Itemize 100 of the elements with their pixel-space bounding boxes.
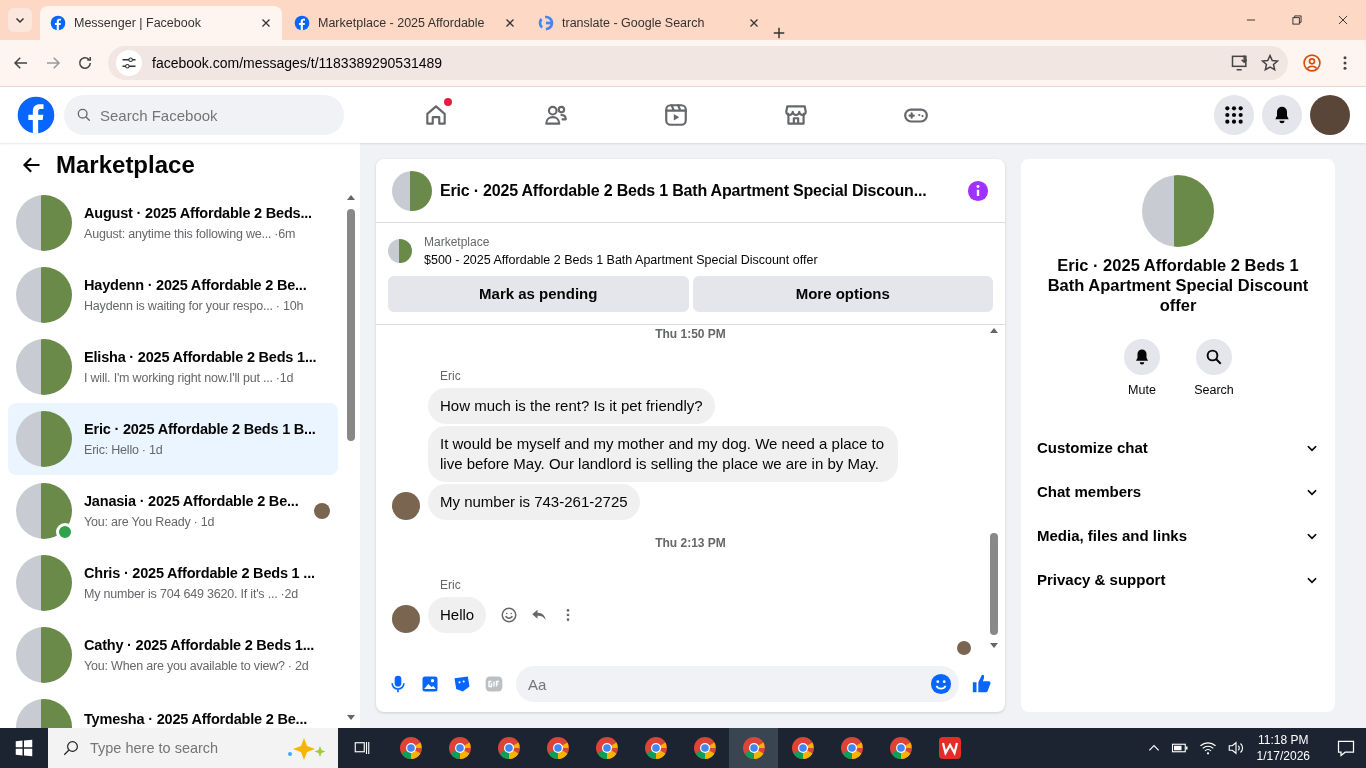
- notifications-button[interactable]: [1262, 95, 1302, 135]
- search-button[interactable]: [1196, 339, 1232, 375]
- emoji-icon[interactable]: [930, 673, 952, 695]
- new-tab-icon[interactable]: [772, 26, 786, 40]
- back-icon[interactable]: [12, 54, 30, 72]
- profile-icon[interactable]: [1302, 53, 1322, 73]
- smiley-icon[interactable]: [500, 605, 519, 624]
- action-label: Search: [1194, 382, 1234, 399]
- menu-button[interactable]: [1214, 95, 1254, 135]
- message-time: · 2d: [287, 657, 309, 675]
- windows-start-icon[interactable]: [15, 739, 33, 757]
- forward-icon[interactable]: [44, 54, 62, 72]
- chrome-icon: [643, 736, 668, 760]
- facebook-logo-icon[interactable]: [16, 95, 56, 135]
- conversation-title: Janasia · 2025 Affordable 2 Be...: [84, 491, 300, 511]
- message-bubble: My number is 743-261-2725: [428, 483, 640, 520]
- address-bar[interactable]: facebook.com/messages/t/1183389290531489: [108, 46, 1288, 80]
- conversation-item[interactable]: Janasia · 2025 Affordable 2 Be... You: are You Ready · 1d: [8, 475, 338, 547]
- close-icon[interactable]: [504, 17, 516, 29]
- browser-tab[interactable]: Marketplace - 2025 Affordable: [284, 6, 526, 40]
- wps-icon: [937, 736, 962, 760]
- chat-title: Eric · 2025 Affordable 2 Beds 1 Bath Apartment Special Discoun...: [440, 180, 928, 201]
- message-bubble: Hello: [428, 596, 487, 633]
- chrome-icon: [545, 736, 570, 760]
- message-time: ·2d: [280, 585, 298, 603]
- action-button[interactable]: More options: [692, 275, 993, 312]
- taskbar-search-field[interactable]: Type here to search: [48, 728, 338, 768]
- chrome-icon: [790, 736, 815, 760]
- profile-avatar[interactable]: [1310, 95, 1350, 135]
- thumbs-up-icon[interactable]: [971, 673, 993, 695]
- grid-menu-icon: [1224, 105, 1244, 125]
- action-button[interactable]: Mark as pending: [388, 275, 689, 312]
- conversation-item[interactable]: Cathy · 2025 Affordable 2 Beds 1... You: When are you available to view? · 2d: [8, 619, 338, 691]
- facebook-logo-icon: [294, 15, 310, 31]
- sender-name: Eric: [440, 368, 461, 383]
- store-icon[interactable]: [783, 102, 809, 128]
- chrome-icon: [594, 736, 619, 760]
- search-field[interactable]: Search Facebook: [64, 95, 344, 135]
- chrome-icon: [398, 736, 423, 760]
- conversation-item[interactable]: Eric · 2025 Affordable 2 Beds 1 B... Eric: Hello · 1d: [8, 403, 338, 475]
- browser-tab[interactable]: Messenger | Facebook: [40, 6, 282, 40]
- conversation-title: Eric · 2025 Affordable 2 Beds 1 B...: [84, 419, 317, 439]
- install-icon[interactable]: [1230, 53, 1250, 73]
- message-preview: You: When are you available to view?: [84, 657, 285, 675]
- bell-icon: [1133, 348, 1151, 366]
- message-time: · 1d: [141, 441, 163, 459]
- message-input[interactable]: Aa: [516, 666, 959, 702]
- message-preview: Eric: Hello: [84, 441, 139, 459]
- settings-section[interactable]: Privacy & support: [1021, 557, 1335, 602]
- message-preview: You: are You Ready: [84, 513, 191, 531]
- task-view-icon[interactable]: [353, 739, 371, 757]
- conversation-item[interactable]: Haydenn · 2025 Affordable 2 Be... Haydenn is waiting for your respo... · 10h: [8, 259, 338, 331]
- star-icon[interactable]: [1260, 53, 1280, 73]
- back-arrow-icon[interactable]: [22, 155, 42, 175]
- conversation-title: Tymesha · 2025 Affordable 2 Be...: [84, 709, 309, 728]
- speaker-icon[interactable]: [1226, 739, 1245, 757]
- facebook-logo-icon: [50, 15, 66, 31]
- conversation-title: Haydenn · 2025 Affordable 2 Be...: [84, 275, 308, 295]
- sticker-icon[interactable]: [452, 674, 472, 694]
- close-icon[interactable]: [748, 17, 760, 29]
- conversation-title: August · 2025 Affordable 2 Beds...: [84, 203, 313, 223]
- bell-button[interactable]: [1124, 339, 1160, 375]
- reload-icon[interactable]: [76, 54, 94, 72]
- message-bubble: How much is the rent? Is it pet friendly?: [428, 387, 715, 424]
- conversation-item[interactable]: August · 2025 Affordable 2 Beds... August: anytime this following we... ·6m: [8, 187, 338, 259]
- video-icon[interactable]: [663, 102, 689, 128]
- microphone-icon[interactable]: [388, 674, 408, 694]
- settings-section[interactable]: Chat members: [1021, 469, 1335, 514]
- search-icon: [76, 107, 92, 123]
- wifi-icon[interactable]: [1198, 739, 1217, 757]
- photo-icon[interactable]: [420, 674, 440, 694]
- chrome-icon: [839, 736, 864, 760]
- notification-center-icon[interactable]: [1336, 738, 1356, 758]
- settings-section[interactable]: Media, files and links: [1021, 513, 1335, 558]
- conversation-name: Eric · 2025 Affordable 2 Beds 1 Bath Apartment Special Discount offer: [1046, 255, 1310, 315]
- house-photo: [388, 239, 412, 264]
- conversation-item[interactable]: Chris · 2025 Affordable 2 Beds 1 ... My number is 704 649 3620. If it's ... ·2d: [8, 547, 338, 619]
- restore-icon[interactable]: [1290, 13, 1304, 27]
- info-icon[interactable]: [967, 179, 989, 202]
- message-preview: August: anytime this following we...: [84, 225, 272, 243]
- close-icon[interactable]: [1336, 13, 1350, 27]
- google-logo-icon: [538, 15, 554, 31]
- listing-label: Marketplace: [424, 234, 491, 251]
- site-settings-icon[interactable]: [116, 50, 142, 76]
- conversation-title: Chris · 2025 Affordable 2 Beds 1 ...: [84, 563, 316, 583]
- close-icon[interactable]: [260, 17, 272, 29]
- message-time: · 1d: [193, 513, 215, 531]
- conversation-title: Elisha · 2025 Affordable 2 Beds 1...: [84, 347, 318, 367]
- listing-title: $500 - 2025 Affordable 2 Beds 1 Bath Apartment Special Discount offer: [424, 252, 818, 269]
- browser-tab[interactable]: translate - Google Search: [528, 6, 770, 40]
- clock-time[interactable]: 11:18 PM: [1258, 732, 1309, 748]
- message-preview: Haydenn is waiting for your respo...: [84, 297, 273, 315]
- tab-search-button[interactable]: [8, 8, 32, 32]
- home-icon[interactable]: [423, 102, 449, 128]
- clock-date[interactable]: 1/17/2026: [1256, 748, 1310, 764]
- settings-section[interactable]: Customize chat: [1021, 425, 1335, 470]
- timestamp: Thu 2:13 PM: [655, 535, 726, 550]
- conversation-item[interactable]: Elisha · 2025 Affordable 2 Beds 1... I will. I'm working right now.I'll put ... ·1d: [8, 331, 338, 403]
- conversation-title: Cathy · 2025 Affordable 2 Beds 1...: [84, 635, 316, 655]
- chrome-icon: [888, 736, 913, 760]
